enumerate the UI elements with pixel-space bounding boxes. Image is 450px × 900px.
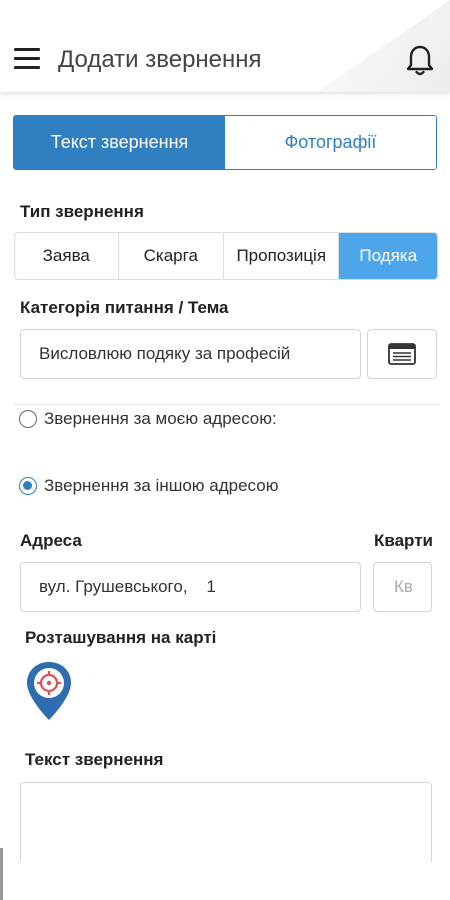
category-list-button[interactable] [367,329,437,379]
address-field[interactable]: вул. Грушевського, 1 [20,562,361,612]
radio-my-address-label: Звернення за моєю адресою: [44,409,277,428]
type-option-statement[interactable]: Заява [15,233,119,279]
type-option-gratitude[interactable]: Подяка [339,233,437,279]
text-label: Текст звернення [25,750,164,769]
radio-other-address-label: Звернення за іншою адресою [44,476,279,495]
app-header: Додати звернення [0,0,450,92]
category-label: Категорія питання / Тема [20,298,229,317]
page-title: Додати звернення [58,46,262,73]
radio-button-checked[interactable] [19,477,37,495]
map-pin-target-icon[interactable] [25,660,73,722]
content-tabs: Текст звернення Фотографії [13,115,437,170]
type-label: Тип звернення [20,202,144,221]
appeal-text-area[interactable] [20,782,432,862]
divider [14,404,438,405]
address-label: Адреса [20,531,82,550]
bell-icon[interactable] [404,44,436,78]
tab-photos[interactable]: Фотографії [225,116,436,169]
radio-button-unchecked[interactable] [19,410,37,428]
type-option-complaint[interactable]: Скарга [119,233,225,279]
map-label: Розташування на карті [25,628,217,647]
type-option-proposal[interactable]: Пропозиція [224,233,340,279]
hamburger-menu-icon[interactable] [14,48,40,70]
radio-other-address[interactable]: Звернення за іншою адресою [19,476,278,496]
radio-my-address[interactable]: Звернення за моєю адресою: [19,409,277,429]
list-icon [388,343,416,365]
tab-text[interactable]: Текст звернення [14,116,225,169]
type-selector: Заява Скарга Пропозиція Подяка [14,232,438,280]
scroll-edge [0,848,3,900]
apartment-label: Кварти [374,531,433,550]
apartment-field[interactable]: Кв [373,562,432,612]
category-field[interactable]: Висловлюю подяку за професій [20,329,361,379]
